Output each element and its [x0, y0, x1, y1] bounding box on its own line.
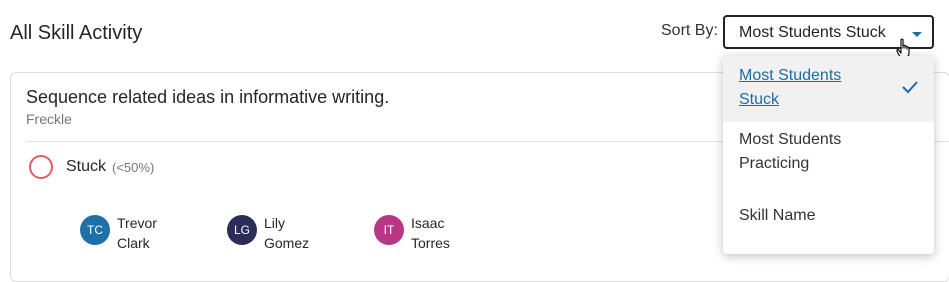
avatar: IT — [374, 215, 404, 245]
page-title: All Skill Activity — [10, 22, 143, 44]
student-first-name: Isaac — [411, 215, 445, 231]
avatar: LG — [227, 215, 257, 245]
check-icon — [902, 81, 918, 94]
student-name: Isaac Torres — [411, 213, 450, 253]
avatar: TC — [80, 215, 110, 245]
caret-down-icon — [912, 32, 922, 37]
student-first-name: Trevor — [117, 215, 157, 231]
sort-option-most-practicing[interactable]: Most Students Practicing — [723, 128, 934, 178]
sort-option-skill-name[interactable]: Skill Name — [723, 204, 934, 228]
option-line: Practicing — [739, 155, 810, 172]
sort-by-label: Sort By: — [661, 22, 718, 39]
student-last-name: Gomez — [264, 235, 310, 251]
skill-title[interactable]: Sequence related ideas in informative wr… — [26, 87, 389, 108]
stuck-status-icon — [29, 155, 53, 179]
sort-dropdown-menu: Most Students Stuck Most Students Practi… — [723, 56, 934, 254]
sort-select-value: Most Students Stuck — [739, 24, 886, 41]
student-first-name: Lily — [264, 215, 286, 231]
option-line: Skill Name — [739, 207, 816, 224]
option-line: Most Students — [739, 131, 842, 148]
status-threshold: (<50%) — [112, 160, 155, 175]
student-name: Lily Gomez — [264, 213, 309, 253]
sort-option-most-stuck[interactable]: Most Students Stuck — [723, 56, 934, 122]
status-label: Stuck — [66, 158, 107, 175]
student-last-name: Torres — [411, 235, 450, 251]
student-name: Trevor Clark — [117, 213, 157, 253]
student-last-name: Clark — [117, 235, 150, 251]
skill-source: Freckle — [26, 111, 72, 127]
